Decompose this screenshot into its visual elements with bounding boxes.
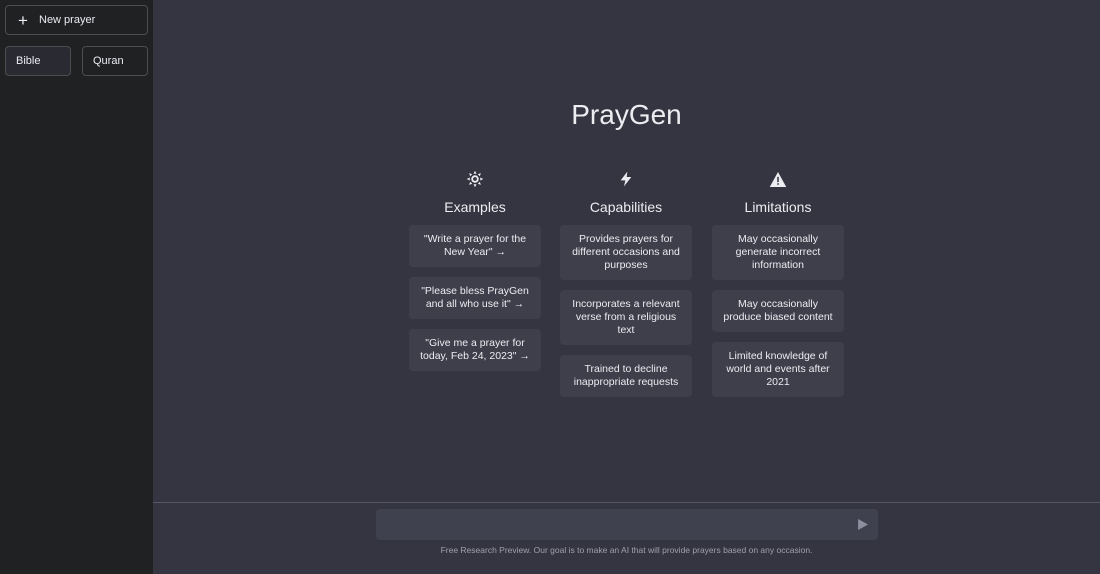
example-card[interactable]: "Write a prayer for the New Year" → — [409, 225, 541, 267]
sidebar: + New prayer Bible Quran — [0, 0, 153, 574]
send-icon[interactable] — [857, 519, 868, 530]
footer-note: Free Research Preview. Our goal is to ma… — [440, 545, 813, 555]
capability-card: Trained to decline inappropriate request… — [560, 355, 692, 397]
lightning-icon — [560, 168, 692, 190]
sun-icon — [409, 168, 541, 190]
divider — [153, 502, 1100, 503]
card-text: "Write a prayer for the New Year" — [423, 233, 527, 258]
column-heading: Limitations — [744, 199, 812, 215]
example-card[interactable]: "Give me a prayer for today, Feb 24, 202… — [409, 329, 541, 371]
arrow-right-icon: → — [495, 246, 507, 258]
card-text: "Give me a prayer for today, Feb 24, 202… — [420, 337, 525, 362]
new-prayer-label: New prayer — [39, 14, 96, 26]
warning-icon — [712, 168, 844, 190]
new-prayer-button[interactable]: + New prayer — [5, 5, 148, 35]
prompt-input[interactable] — [376, 509, 846, 540]
examples-column: Examples "Write a prayer for the New Yea… — [409, 168, 541, 371]
composer — [376, 509, 878, 540]
capabilities-column: Capabilities Provides prayers for differ… — [560, 168, 692, 397]
arrow-right-icon: → — [513, 298, 525, 310]
source-button-bible[interactable]: Bible — [5, 46, 71, 76]
page-title: PrayGen — [571, 99, 682, 130]
capability-card: Incorporates a relevant verse from a rel… — [560, 290, 692, 345]
capability-card: Provides prayers for different occasions… — [560, 225, 692, 280]
limitations-column: Limitations May occasionally generate in… — [712, 168, 844, 397]
source-label: Quran — [93, 55, 124, 67]
limitation-card: May occasionally generate incorrect info… — [712, 225, 844, 280]
column-heading: Capabilities — [589, 199, 663, 215]
example-card[interactable]: "Please bless PrayGen and all who use it… — [409, 277, 541, 319]
column-heading: Examples — [444, 199, 506, 215]
source-button-quran[interactable]: Quran — [82, 46, 148, 76]
main-panel: PrayGen Examples "Write a prayer for the… — [153, 0, 1100, 574]
source-label: Bible — [16, 55, 41, 67]
arrow-right-icon: → — [519, 350, 530, 362]
limitation-card: May occasionally produce biased content — [712, 290, 844, 332]
plus-icon: + — [18, 10, 28, 30]
limitation-card: Limited knowledge of world and events af… — [712, 342, 844, 397]
